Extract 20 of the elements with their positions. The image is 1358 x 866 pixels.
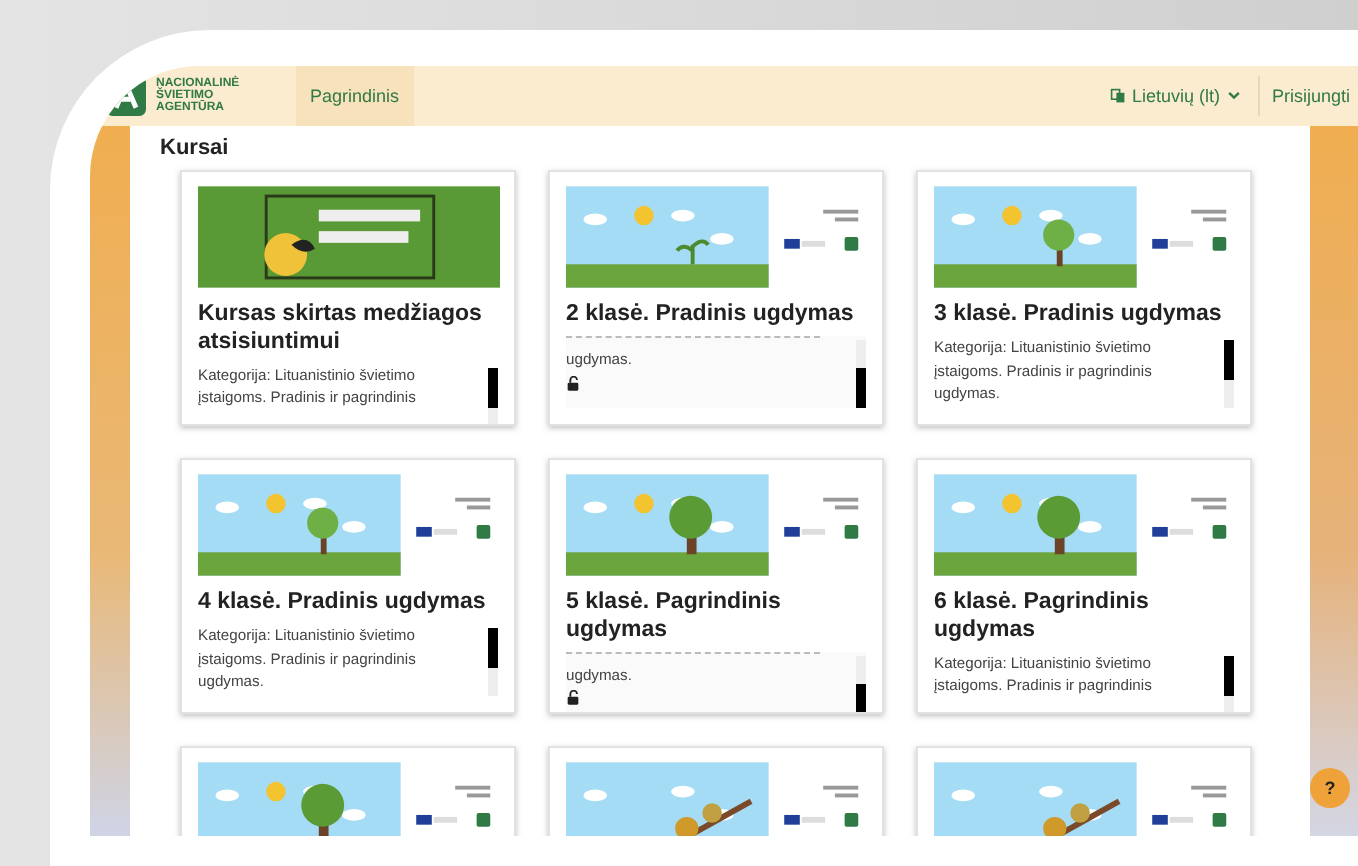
- caret-icon: [1225, 88, 1242, 104]
- padlock-icon: [566, 375, 580, 392]
- scrollbar[interactable]: [488, 627, 498, 696]
- translate-icon: [1109, 88, 1126, 104]
- page-title: Kursai: [160, 136, 231, 160]
- course-title[interactable]: 5 klasė. Pagrindinis ugdymas: [566, 590, 866, 646]
- language-selector[interactable]: Lietuvių (lt): [1093, 76, 1260, 116]
- scrollbar[interactable]: [856, 339, 866, 408]
- scrollbar[interactable]: [1224, 339, 1234, 408]
- scrollbar[interactable]: [1224, 655, 1234, 712]
- course-title[interactable]: 3 klasė. Pradinis ugdymas: [934, 302, 1234, 330]
- course-title[interactable]: 2 klasė. Pradinis ugdymas: [566, 302, 866, 330]
- course-title[interactable]: 4 klasė. Pradinis ugdymas: [198, 590, 498, 618]
- nav-link[interactable]: Pagrindinis: [296, 66, 414, 126]
- course-title[interactable]: 6 klasė. Pagrindinis ugdymas: [934, 590, 1234, 646]
- scrollbar[interactable]: [488, 367, 498, 424]
- login-link[interactable]: Prisijungti: [1259, 86, 1358, 106]
- course-title[interactable]: Kursas skirtas medžiagos atsisiuntimui: [198, 302, 498, 358]
- scrollbar[interactable]: [856, 655, 866, 712]
- padlock-icon: [566, 690, 580, 707]
